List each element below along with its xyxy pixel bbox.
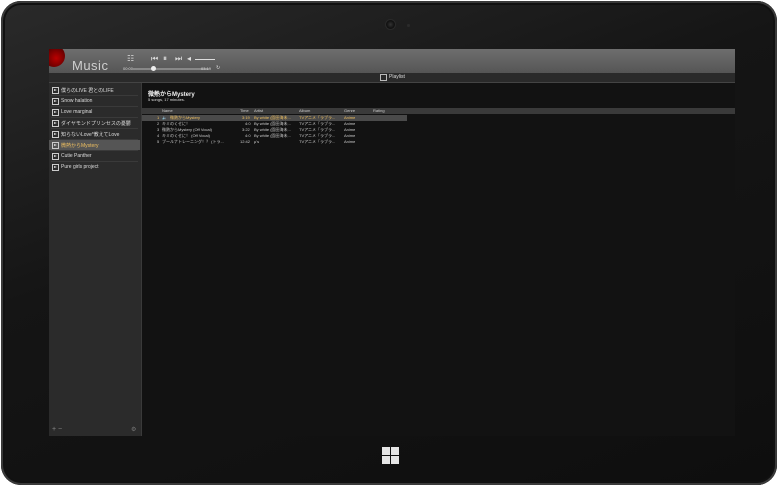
playlist-icon: [380, 74, 387, 81]
playlist-strip[interactable]: Playlist: [49, 73, 735, 83]
sidebar-item-selected[interactable]: 微熱からMystery: [49, 140, 140, 150]
sidebar-item-label: ダイヤモンドプリンセスの憂鬱: [61, 121, 131, 127]
sidebar: 僕らのLIVE 君とのLIFE Snow halation Love margi…: [49, 83, 142, 436]
gear-icon[interactable]: ⚙: [131, 426, 136, 433]
sidebar-item-label: Pure girls project: [61, 164, 99, 170]
playlist-label: Playlist: [389, 74, 405, 80]
next-icon[interactable]: ⏭: [175, 55, 182, 63]
sidebar-item[interactable]: Pure girls project: [49, 162, 140, 172]
table-header: Name Time Artist Album Genre Rating: [142, 108, 735, 114]
sidebar-item[interactable]: Love marginal: [49, 107, 140, 117]
table-row[interactable]: 5 ブールナトレーニング！？ (トラ... 12:42 μ's TVアニメ「ラブ…: [142, 139, 735, 145]
track-album: TVアニメ「ラブラ...: [299, 139, 336, 144]
prev-icon[interactable]: ⏮: [151, 55, 158, 63]
light-sensor: [407, 24, 410, 27]
seek-bar[interactable]: [133, 66, 209, 71]
track-genre: Anime: [344, 139, 356, 144]
track-name: ブールナトレーニング！？ (トラ...: [162, 139, 224, 144]
row-number: 5: [157, 139, 160, 144]
sidebar-item[interactable]: 知らないLove*教えてLove: [49, 129, 140, 139]
col-album[interactable]: Album: [299, 108, 310, 114]
col-time[interactable]: Time: [240, 108, 249, 114]
play-icon[interactable]: [52, 131, 59, 138]
elapsed-time: 00:00: [123, 66, 134, 71]
playlist-summary: 5 songs, 17 minutes.: [148, 97, 185, 102]
sidebar-item-label: Snow halation: [61, 98, 93, 104]
col-name[interactable]: Name: [162, 108, 173, 114]
seek-knob[interactable]: [151, 66, 156, 71]
top-bar: Music ☷ ⏮ ⏸ ⏭ ◂ 00:00 03:19 ↻: [49, 49, 735, 73]
app-name: Music: [72, 58, 109, 73]
track-artist: μ's: [254, 139, 260, 144]
sidebar-item-label: Cutie Panther: [61, 153, 92, 159]
playlist-pane: 微熱からMystery 5 songs, 17 minutes. Name Ti…: [142, 83, 735, 436]
play-icon[interactable]: [52, 142, 59, 149]
app-window: Music ☷ ⏮ ⏸ ⏭ ◂ 00:00 03:19 ↻ Playlist 僕…: [49, 49, 735, 436]
loop-icon[interactable]: ↻: [216, 65, 220, 71]
menu-grid-icon[interactable]: ☷: [127, 55, 134, 63]
col-artist[interactable]: Artist: [254, 108, 263, 114]
logo-disc-icon: [49, 49, 65, 67]
play-icon[interactable]: [52, 120, 59, 127]
col-genre[interactable]: Genre: [344, 108, 355, 114]
sidebar-item-label: 僕らのLIVE 君とのLIFE: [61, 88, 114, 94]
pause-icon[interactable]: ⏸: [163, 55, 167, 63]
sidebar-item[interactable]: ダイヤモンドプリンセスの憂鬱: [49, 118, 140, 128]
sidebar-item-label: 微熱からMystery: [61, 143, 99, 149]
play-icon[interactable]: [52, 164, 59, 171]
play-icon[interactable]: [52, 87, 59, 94]
sidebar-item[interactable]: 僕らのLIVE 君とのLIFE: [49, 85, 140, 95]
play-icon[interactable]: [52, 153, 59, 160]
volume-slider[interactable]: [195, 59, 215, 60]
volume-icon[interactable]: ◂: [187, 55, 191, 63]
add-remove-buttons[interactable]: + −: [52, 426, 62, 433]
camera-icon: [386, 20, 395, 29]
sidebar-item[interactable]: Snow halation: [49, 96, 140, 106]
col-rating[interactable]: Rating: [373, 108, 385, 114]
sidebar-item-label: 知らないLove*教えてLove: [61, 132, 120, 138]
track-time: 12:42: [240, 139, 251, 144]
app-logo: Music: [49, 49, 119, 73]
windows-logo-icon[interactable]: [382, 447, 399, 464]
play-icon[interactable]: [52, 98, 59, 105]
total-time: 03:19: [201, 66, 212, 71]
sidebar-item[interactable]: Cutie Panther: [49, 151, 140, 161]
play-icon[interactable]: [52, 109, 59, 116]
tablet-bezel: Music ☷ ⏮ ⏸ ⏭ ◂ 00:00 03:19 ↻ Playlist 僕…: [1, 1, 777, 485]
sidebar-item-label: Love marginal: [61, 109, 93, 115]
